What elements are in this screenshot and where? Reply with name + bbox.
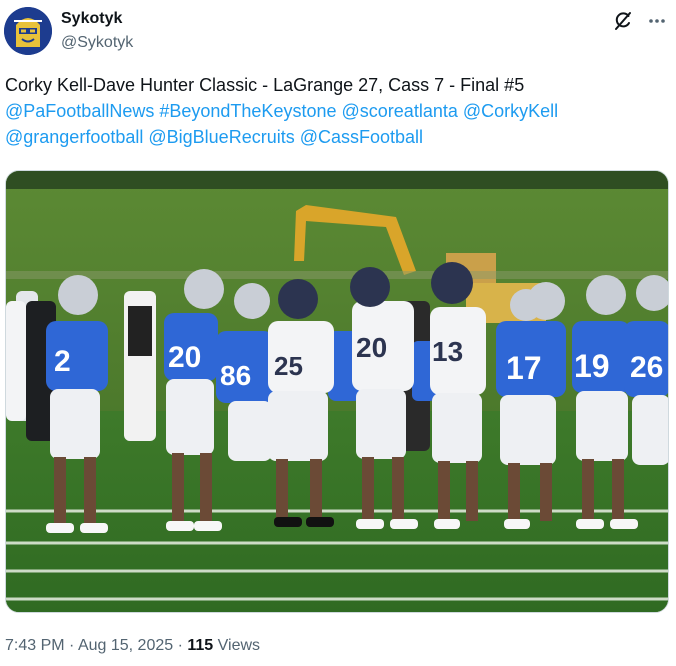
svg-text:20: 20 (356, 332, 387, 363)
svg-text:17: 17 (506, 350, 542, 386)
hashtag-link[interactable]: #BeyondTheKeystone (159, 101, 336, 121)
tweet-meta: 7:43 PM · Aug 15, 2025 · 115 Views (5, 636, 260, 656)
more-icon[interactable] (646, 10, 668, 32)
tweet-mentions-line-1: @PaFootballNews #BeyondTheKeystone @scor… (5, 98, 665, 124)
tweet-actions-top (612, 10, 668, 32)
tweet-date[interactable]: Aug 15, 2025 (78, 637, 173, 654)
svg-text:26: 26 (630, 351, 663, 384)
author-names: Sykotyk @Sykotyk (61, 9, 133, 53)
avatar[interactable] (4, 7, 52, 55)
views-count: 115 (187, 637, 214, 654)
views-label: Views (217, 637, 261, 654)
mention-link[interactable]: @BigBlueRecruits (148, 127, 294, 147)
meta-separator: · (177, 637, 183, 654)
football-photo-illustration: 2 20 86 17 19 26 25 20 13 (6, 171, 668, 612)
mention-link[interactable]: @CassFootball (300, 127, 423, 147)
tweet-header: Sykotyk @Sykotyk (4, 6, 672, 56)
svg-text:19: 19 (574, 348, 610, 384)
grok-icon[interactable] (612, 10, 634, 32)
mention-link[interactable]: @grangerfootball (5, 127, 143, 147)
svg-text:13: 13 (432, 336, 463, 367)
meta-separator: · (69, 637, 75, 654)
tweet-text-intro: Corky Kell-Dave Hunter Classic - LaGrang… (5, 75, 525, 95)
mention-link[interactable]: @PaFootballNews (5, 101, 154, 121)
svg-text:25: 25 (274, 351, 303, 381)
author-handle[interactable]: @Sykotyk (61, 33, 133, 53)
mention-link[interactable]: @CorkyKell (463, 101, 558, 121)
author-display-name[interactable]: Sykotyk (61, 9, 133, 29)
svg-text:2: 2 (54, 345, 71, 378)
tweet-mentions-line-2: @grangerfootball @BigBlueRecruits @CassF… (5, 124, 665, 150)
tweet-photo[interactable]: 2 20 86 17 19 26 25 20 13 (5, 170, 669, 613)
mention-link[interactable]: @scoreatlanta (342, 101, 458, 121)
tweet-time[interactable]: 7:43 PM (5, 637, 65, 654)
svg-text:20: 20 (168, 341, 201, 374)
tweet-text: Corky Kell-Dave Hunter Classic - LaGrang… (5, 72, 665, 150)
svg-text:86: 86 (220, 360, 251, 391)
